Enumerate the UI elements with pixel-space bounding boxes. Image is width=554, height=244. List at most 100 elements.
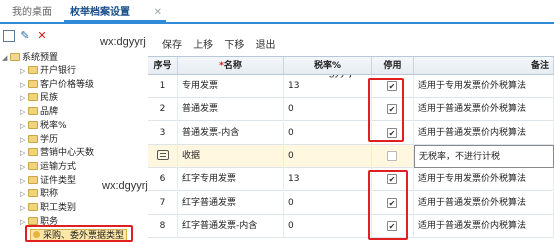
expand-icon[interactable]: ▷: [20, 175, 28, 187]
folder-icon: [28, 120, 38, 129]
tax-rate-cell[interactable]: 0: [284, 98, 372, 122]
col-header-remark[interactable]: 备注: [414, 57, 554, 75]
tree-item[interactable]: ▷ 客户价格等级: [20, 79, 94, 91]
disabled-cell: [372, 144, 414, 168]
expand-icon[interactable]: ▷: [20, 161, 28, 173]
tree-item[interactable]: ▷ 营销中心天数: [20, 147, 94, 159]
expand-icon[interactable]: ▷: [20, 92, 28, 104]
tax-rate-cell[interactable]: 13: [284, 75, 372, 98]
tree-item[interactable]: ▷ 品牌: [20, 106, 58, 118]
folder-icon: [28, 203, 38, 211]
table-row[interactable]: 7 红字普通发票 0 ✔ 适用于普通发票价外税算法: [148, 191, 554, 215]
tax-rate-cell[interactable]: 0: [284, 121, 372, 145]
expand-icon[interactable]: ▷: [20, 147, 28, 159]
name-cell[interactable]: 红字专用发票: [178, 168, 284, 192]
tax-rate-cell[interactable]: 0: [284, 214, 372, 238]
tax-rate-cell[interactable]: 0: [284, 144, 372, 168]
folder-icon: [28, 148, 38, 157]
tree-item-label: 民族: [40, 93, 59, 104]
disabled-checkbox[interactable]: [387, 150, 397, 161]
tax-rate-cell[interactable]: 13: [284, 168, 372, 192]
expand-icon[interactable]: ▷: [20, 79, 28, 91]
exit-button[interactable]: 退出: [256, 40, 276, 51]
tree-item-label: 运输方式: [40, 161, 77, 172]
row-number-cell: 2: [148, 98, 178, 122]
tree-item-label: 开户银行: [40, 66, 77, 76]
remark-cell[interactable]: 无税率，不进行计税: [414, 144, 554, 168]
folder-icon: [28, 216, 38, 225]
collapse-icon[interactable]: ◢: [2, 52, 10, 64]
table-row[interactable]: 8 红字普通发票-内含 0 ✔ 适用于普通发票价内税算法: [148, 214, 554, 238]
table-row[interactable]: 1 专用发票 13 ✔ 适用于专用发票价外税算法: [148, 75, 554, 98]
move-up-button[interactable]: 上移: [193, 40, 213, 51]
folder-icon: [28, 134, 38, 143]
expand-icon[interactable]: ▷: [20, 202, 28, 214]
tree-item[interactable]: ▷ 职工类别: [20, 202, 76, 214]
remark-cell[interactable]: 适用于普通发票价内税算法: [414, 214, 554, 238]
save-button[interactable]: 保存: [162, 40, 182, 51]
row-number-cell: 1: [148, 75, 178, 98]
new-document-icon[interactable]: [3, 30, 15, 42]
tree-item-label: 营销中心天数: [40, 148, 95, 159]
tree-item-label: 税率%: [40, 120, 67, 131]
name-cell[interactable]: 红字普通发票-内含: [178, 214, 284, 238]
move-down-button[interactable]: 下移: [224, 40, 244, 51]
col-header-name-label: 名称: [223, 61, 242, 71]
remark-cell[interactable]: 适用于普通发票价外税算法: [414, 191, 554, 215]
watermark: wx:dgyyrj: [102, 180, 148, 192]
tab-my-desktop[interactable]: 我的桌面: [6, 3, 58, 22]
tree-item[interactable]: ▷ 职称: [20, 188, 58, 200]
col-header-no: 序号: [148, 57, 178, 75]
expand-icon[interactable]: ▷: [20, 188, 28, 200]
name-cell[interactable]: 普通发票: [178, 98, 284, 122]
tree-item-label: 职工类别: [40, 203, 77, 213]
category-tree: ◢ 系统预置 ▷ 开户银行 ▷ 客户价格等级 ▷ 民族 ▷ 品牌 ▷ 税率% ▷ 学历 ▷ 营销中心天数 ▷ 运…: [0, 46, 150, 244]
table-row[interactable]: 2 普通发票 0 ✔ 适用于普通发票价外税算法: [148, 98, 554, 122]
tree-item[interactable]: ▷ 学历: [20, 134, 58, 146]
row-number-cell: 8: [148, 214, 178, 238]
table-row[interactable]: 收据 0 无税率，不进行计税: [148, 144, 554, 168]
table-row[interactable]: 3 普通发票-内含 0 ✔ 适用于普通发票价内税算法: [148, 121, 554, 145]
tree-item[interactable]: ▷ 税率%: [20, 120, 67, 132]
row-number-cell: [148, 144, 178, 168]
tree-root[interactable]: ◢ 系统预置: [2, 52, 58, 64]
tab-enum-settings[interactable]: 枚举档案设置 ✕: [64, 3, 166, 22]
remark-cell[interactable]: 适用于普通发票价外税算法: [414, 98, 554, 122]
folder-icon: [28, 107, 38, 116]
remark-cell[interactable]: 适用于专用发票价外税算法: [414, 75, 554, 98]
close-icon[interactable]: ✕: [154, 3, 162, 22]
tab-bar: 我的桌面 枚举档案设置 ✕: [0, 0, 554, 24]
name-cell[interactable]: 红字普通发票: [178, 191, 284, 215]
row-number-cell: 3: [148, 121, 178, 145]
row-number-cell: 6: [148, 168, 178, 192]
table-row[interactable]: 6 红字专用发票 13 ✔ 适用于专用发票价外税算法: [148, 168, 554, 192]
tree-item-label: 证件类型: [40, 175, 77, 186]
folder-icon: [28, 161, 38, 170]
expand-icon[interactable]: ▷: [20, 120, 28, 132]
remark-cell[interactable]: 适用于普通发票价内税算法: [414, 121, 554, 145]
tree-item[interactable]: ▷ 开户银行: [20, 65, 76, 77]
expand-icon[interactable]: ▷: [20, 134, 28, 146]
remark-cell[interactable]: 适用于专用发票价外税算法: [414, 168, 554, 192]
watermark: wx:dgyyrj: [100, 36, 146, 48]
folder-icon: [28, 189, 38, 198]
col-header-name[interactable]: *名称: [178, 57, 284, 75]
tree-item[interactable]: ▷ 民族: [20, 92, 58, 104]
folder-icon: [28, 79, 38, 88]
col-header-disabled[interactable]: 停用: [372, 57, 414, 75]
tree-item[interactable]: ▷ 证件类型: [20, 175, 76, 187]
row-number-cell: 7: [148, 191, 178, 215]
highlight-box: [25, 225, 133, 242]
name-cell[interactable]: 收据: [178, 144, 284, 168]
name-cell[interactable]: 普通发票-内含: [178, 121, 284, 145]
tax-rate-cell[interactable]: 0: [284, 191, 372, 215]
tree-item-label: 学历: [40, 134, 59, 145]
delete-icon[interactable]: ✕: [36, 30, 48, 42]
drag-handle-icon[interactable]: [156, 149, 169, 160]
name-cell[interactable]: 专用发票: [178, 75, 284, 98]
expand-icon[interactable]: ▷: [20, 65, 28, 77]
edit-icon[interactable]: ✎: [19, 30, 31, 42]
tree-item[interactable]: ▷ 运输方式: [20, 161, 76, 173]
col-header-tax[interactable]: 税率%: [284, 57, 372, 75]
expand-icon[interactable]: ▷: [20, 106, 28, 118]
